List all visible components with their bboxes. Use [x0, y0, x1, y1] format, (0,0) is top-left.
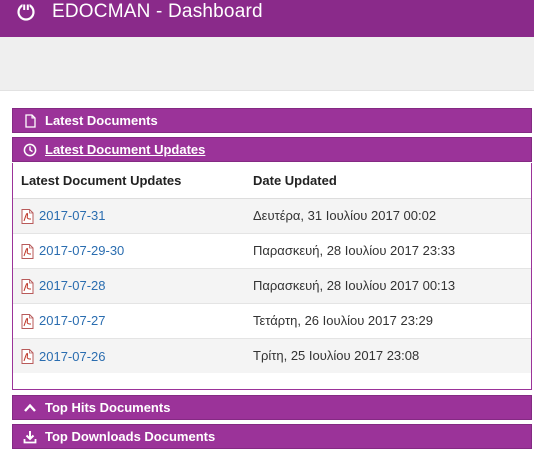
date-cell: Δευτέρα, 31 Ιουλίου 2017 00:02: [245, 198, 531, 234]
toolbar: [0, 37, 534, 91]
latest-updates-panel: Latest Document Updates Date Updated 201…: [12, 163, 532, 390]
panel-label: Top Hits Documents: [45, 400, 171, 415]
page-title: EDOCMAN - Dashboard: [52, 1, 263, 22]
panel-top-hits-documents[interactable]: Top Hits Documents: [12, 395, 532, 420]
panel-latest-documents[interactable]: Latest Documents: [12, 108, 532, 133]
document-link[interactable]: 2017-07-28: [39, 279, 106, 294]
download-icon: [23, 430, 37, 443]
power-icon: [17, 3, 35, 21]
document-cell: 2017-07-27: [13, 303, 245, 339]
clock-icon: [23, 143, 37, 156]
table-row: 2017-07-31 Δευτέρα, 31 Ιουλίου 2017 00:0…: [13, 198, 531, 234]
updates-table: Latest Document Updates Date Updated 201…: [13, 163, 531, 373]
table-row: 2017-07-27 Τετάρτη, 26 Ιουλίου 2017 23:2…: [13, 303, 531, 339]
panel-label: Latest Documents: [45, 113, 158, 128]
column-header-name: Latest Document Updates: [13, 163, 245, 199]
document-link[interactable]: 2017-07-27: [39, 314, 106, 329]
table-row: 2017-07-26 Τρίτη, 25 Ιουλίου 2017 23:08: [13, 338, 531, 373]
document-cell: 2017-07-31: [13, 198, 245, 234]
table-header-row: Latest Document Updates Date Updated: [13, 163, 531, 199]
document-link[interactable]: 2017-07-29-30: [39, 244, 124, 259]
document-link[interactable]: 2017-07-31: [39, 209, 106, 224]
document-cell: 2017-07-28: [13, 268, 245, 304]
document-cell: 2017-07-29-30: [13, 233, 245, 269]
table-row: 2017-07-28 Παρασκευή, 28 Ιουλίου 2017 00…: [13, 268, 531, 304]
table-row: 2017-07-29-30 Παρασκευή, 28 Ιουλίου 2017…: [13, 233, 531, 269]
panel-top-downloads-documents[interactable]: Top Downloads Documents: [12, 424, 532, 449]
document-cell: 2017-07-26: [13, 338, 245, 373]
chevron-up-icon: [24, 403, 36, 412]
date-cell: Τρίτη, 25 Ιουλίου 2017 23:08: [245, 338, 531, 373]
pdf-icon: [21, 208, 34, 224]
date-cell: Τετάρτη, 26 Ιουλίου 2017 23:29: [245, 303, 531, 339]
date-cell: Παρασκευή, 28 Ιουλίου 2017 23:33: [245, 233, 531, 269]
panel-label: Latest Document Updates: [45, 142, 206, 157]
app-header: EDOCMAN - Dashboard: [0, 0, 534, 37]
pdf-icon: [21, 243, 34, 259]
pdf-icon: [21, 278, 34, 294]
file-icon: [25, 113, 36, 128]
panel-latest-document-updates[interactable]: Latest Document Updates: [12, 137, 532, 162]
column-header-date: Date Updated: [245, 163, 531, 199]
pdf-icon: [21, 348, 34, 364]
pdf-icon: [21, 313, 34, 329]
document-link[interactable]: 2017-07-26: [39, 349, 106, 364]
date-cell: Παρασκευή, 28 Ιουλίου 2017 00:13: [245, 268, 531, 304]
panel-label: Top Downloads Documents: [45, 429, 216, 444]
